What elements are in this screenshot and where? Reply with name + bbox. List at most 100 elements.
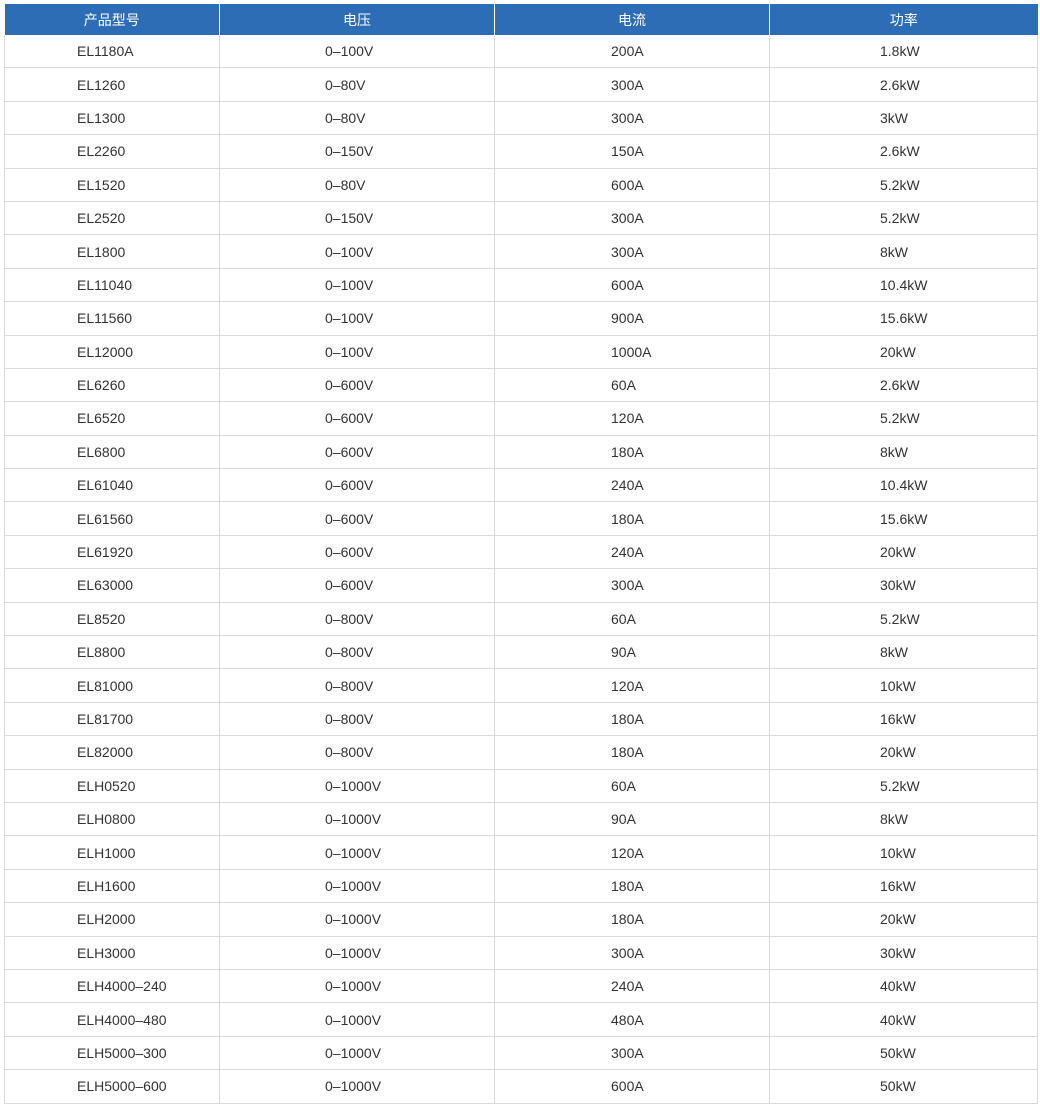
table-row: ELH5000–600 0–1000V 600A 50kW [4,1069,1038,1104]
current-cell: 240A [494,535,770,570]
model-cell: EL61040 [4,468,220,503]
model-cell: EL61920 [4,535,220,570]
current-cell: 300A [494,1036,770,1071]
current-cell: 1000A [494,335,770,369]
current-cell: 200A [494,35,770,69]
voltage-cell: 0–1000V [219,969,495,1004]
current-cell: 180A [494,735,770,770]
power-cell: 20kW [769,535,1038,570]
table-row: ELH4000–240 0–1000V 240A 40kW [4,969,1038,1004]
voltage-cell: 0–800V [219,735,495,770]
voltage-cell: 0–1000V [219,802,495,837]
voltage-cell: 0–1000V [219,869,495,904]
model-cell: EL1180A [4,35,220,69]
model-cell: EL1520 [4,168,220,202]
current-cell: 90A [494,802,770,837]
power-cell: 2.6kW [769,368,1038,403]
voltage-cell: 0–800V [219,635,495,670]
model-cell: EL11560 [4,301,220,336]
power-cell: 30kW [769,936,1038,970]
model-cell: EL8520 [4,602,220,637]
current-cell: 60A [494,602,770,637]
power-cell: 10kW [769,835,1038,870]
model-cell: EL82000 [4,735,220,770]
model-cell: ELH0520 [4,769,220,803]
table-row: EL12000 0–100V 1000A 20kW [4,335,1038,369]
table-row: ELH2000 0–1000V 180A 20kW [4,902,1038,937]
model-cell: ELH5000–600 [4,1069,220,1104]
voltage-cell: 0–800V [219,602,495,637]
power-cell: 16kW [769,869,1038,904]
power-cell: 8kW [769,802,1038,837]
model-cell: EL6520 [4,401,220,436]
voltage-cell: 0–150V [219,134,495,169]
table-row: EL81000 0–800V 120A 10kW [4,668,1038,703]
table-row: ELH3000 0–1000V 300A 30kW [4,936,1038,970]
model-cell: EL8800 [4,635,220,670]
current-cell: 120A [494,401,770,436]
current-cell: 240A [494,468,770,503]
current-cell: 180A [494,435,770,470]
voltage-cell: 0–100V [219,35,495,69]
table-row: EL82000 0–800V 180A 20kW [4,735,1038,770]
table-row: ELH4000–480 0–1000V 480A 40kW [4,1002,1038,1037]
model-cell: ELH4000–480 [4,1002,220,1037]
model-cell: EL2520 [4,201,220,236]
power-cell: 2.6kW [769,134,1038,169]
table-row: EL61560 0–600V 180A 15.6kW [4,501,1038,536]
voltage-cell: 0–1000V [219,1036,495,1071]
current-cell: 600A [494,268,770,303]
voltage-cell: 0–600V [219,435,495,470]
power-cell: 40kW [769,1002,1038,1037]
power-cell: 40kW [769,969,1038,1004]
current-cell: 900A [494,301,770,336]
table-row: EL6800 0–600V 180A 8kW [4,435,1038,470]
power-cell: 30kW [769,568,1038,603]
power-cell: 1.8kW [769,35,1038,69]
model-cell: EL81700 [4,702,220,737]
table-row: EL11560 0–100V 900A 15.6kW [4,301,1038,336]
power-cell: 10kW [769,668,1038,703]
model-cell: EL12000 [4,335,220,369]
table-row: EL6260 0–600V 60A 2.6kW [4,368,1038,403]
voltage-cell: 0–600V [219,501,495,536]
current-cell: 300A [494,101,770,136]
table-row: ELH1600 0–1000V 180A 16kW [4,869,1038,904]
voltage-cell: 0–1000V [219,902,495,937]
table-row: EL1520 0–80V 600A 5.2kW [4,168,1038,202]
header-power: 功率 [769,4,1038,35]
power-cell: 50kW [769,1036,1038,1071]
voltage-cell: 0–80V [219,168,495,202]
table-row: EL63000 0–600V 300A 30kW [4,568,1038,603]
voltage-cell: 0–80V [219,67,495,102]
power-cell: 8kW [769,234,1038,269]
table-row: EL1180A 0–100V 200A 1.8kW [4,35,1038,69]
power-cell: 8kW [769,435,1038,470]
power-cell: 15.6kW [769,501,1038,536]
model-cell: EL2260 [4,134,220,169]
table-row: ELH0520 0–1000V 60A 5.2kW [4,769,1038,803]
table-row: EL1300 0–80V 300A 3kW [4,101,1038,136]
header-voltage: 电压 [219,4,495,35]
voltage-cell: 0–600V [219,401,495,436]
voltage-cell: 0–600V [219,468,495,503]
current-cell: 300A [494,568,770,603]
table-row: EL2260 0–150V 150A 2.6kW [4,134,1038,169]
model-cell: ELH5000–300 [4,1036,220,1071]
current-cell: 120A [494,835,770,870]
header-current: 电流 [494,4,770,35]
voltage-cell: 0–100V [219,301,495,336]
model-cell: EL81000 [4,668,220,703]
voltage-cell: 0–800V [219,702,495,737]
current-cell: 180A [494,702,770,737]
current-cell: 300A [494,234,770,269]
table-body: EL1180A 0–100V 200A 1.8kW EL1260 0–80V 300A 2.6… [4,35,1038,1104]
table-row: EL61920 0–600V 240A 20kW [4,535,1038,570]
power-cell: 5.2kW [769,168,1038,202]
model-cell: EL1800 [4,234,220,269]
current-cell: 180A [494,869,770,904]
current-cell: 120A [494,668,770,703]
current-cell: 60A [494,368,770,403]
voltage-cell: 0–1000V [219,1002,495,1037]
voltage-cell: 0–100V [219,234,495,269]
